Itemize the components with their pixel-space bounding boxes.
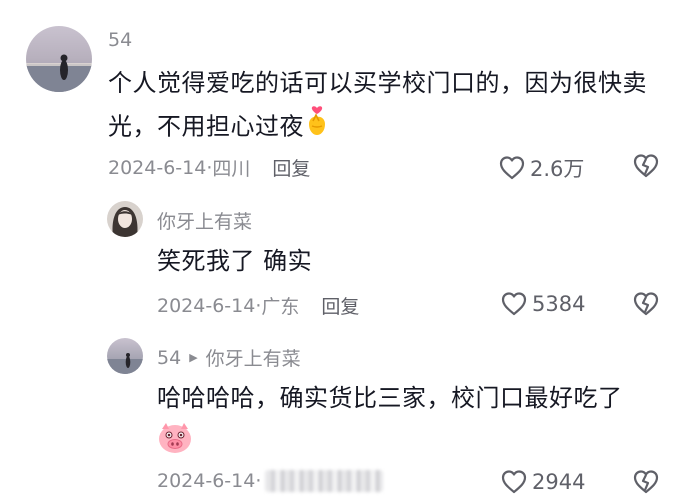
reply-text: 哈哈哈哈，确实货比三家，校门口最好吃了 — [157, 377, 677, 419]
broken-heart-icon — [633, 292, 659, 316]
meta-separator: · — [255, 470, 262, 492]
broken-heart-icon — [633, 154, 659, 178]
comment-body: 哈哈哈哈，确实货比三家，校门口最好吃了 — [157, 384, 623, 412]
reply-meta: 2024-6-14 · 广东 回复 — [157, 292, 359, 319]
username-text[interactable]: 你牙上有菜 — [157, 207, 252, 234]
like-count: 2.6万 — [530, 157, 585, 181]
comment-location: 广东 — [261, 296, 300, 318]
comment-date: 2024-6-14 — [108, 156, 207, 179]
comment-date: 2024-6-14 — [157, 470, 256, 492]
broken-heart-icon — [633, 470, 659, 494]
comment-text: 个人觉得爱吃的话可以买学校门口的，因为很快卖光，不用担心过夜 — [108, 62, 668, 151]
avatar[interactable] — [107, 338, 143, 374]
like-button[interactable]: 2944 — [500, 469, 585, 495]
dislike-button[interactable] — [632, 291, 660, 321]
heart-icon — [501, 470, 527, 494]
reply-arrow-icon: ▶ — [189, 351, 198, 364]
like-count: 5384 — [532, 292, 586, 316]
avatar[interactable] — [107, 201, 143, 237]
comment-body: 个人觉得爱吃的话可以买学校门口的，因为很快卖光，不用担心过夜 — [108, 69, 647, 141]
username-text[interactable]: 54 — [157, 347, 181, 369]
reply-username[interactable]: 你牙上有菜 — [157, 207, 252, 234]
blurred-location — [265, 470, 384, 492]
reply-text: 笑死我了 确实 — [157, 240, 657, 282]
comment-body: 笑死我了 确实 — [157, 247, 313, 275]
reply-button[interactable]: 回复 — [272, 154, 310, 181]
like-button[interactable]: 5384 — [500, 291, 585, 317]
dislike-button[interactable] — [632, 469, 660, 499]
finger-heart-emoji-icon — [304, 104, 330, 151]
reply-to-username[interactable]: 你牙上有菜 — [206, 344, 301, 371]
reply-button[interactable]: 回复 — [321, 292, 359, 319]
dislike-button[interactable] — [632, 153, 660, 183]
heart-icon — [499, 156, 525, 180]
comment-location: 四川 — [212, 158, 251, 180]
heart-icon — [501, 292, 527, 316]
reply-meta: 2024-6-14 · — [157, 470, 384, 492]
pig-face-emoji-icon — [157, 421, 193, 459]
comment-meta: 2024-6-14 · 四川 回复 — [108, 154, 310, 181]
like-count: 2944 — [532, 470, 586, 494]
comment-username[interactable]: 54 — [108, 29, 132, 51]
reply-username[interactable]: 54 ▶ 你牙上有菜 — [157, 344, 301, 371]
username-text[interactable]: 54 — [108, 29, 132, 51]
like-button[interactable]: 2.6万 — [498, 153, 584, 183]
avatar[interactable] — [26, 26, 92, 92]
comment-date: 2024-6-14 — [157, 294, 256, 317]
